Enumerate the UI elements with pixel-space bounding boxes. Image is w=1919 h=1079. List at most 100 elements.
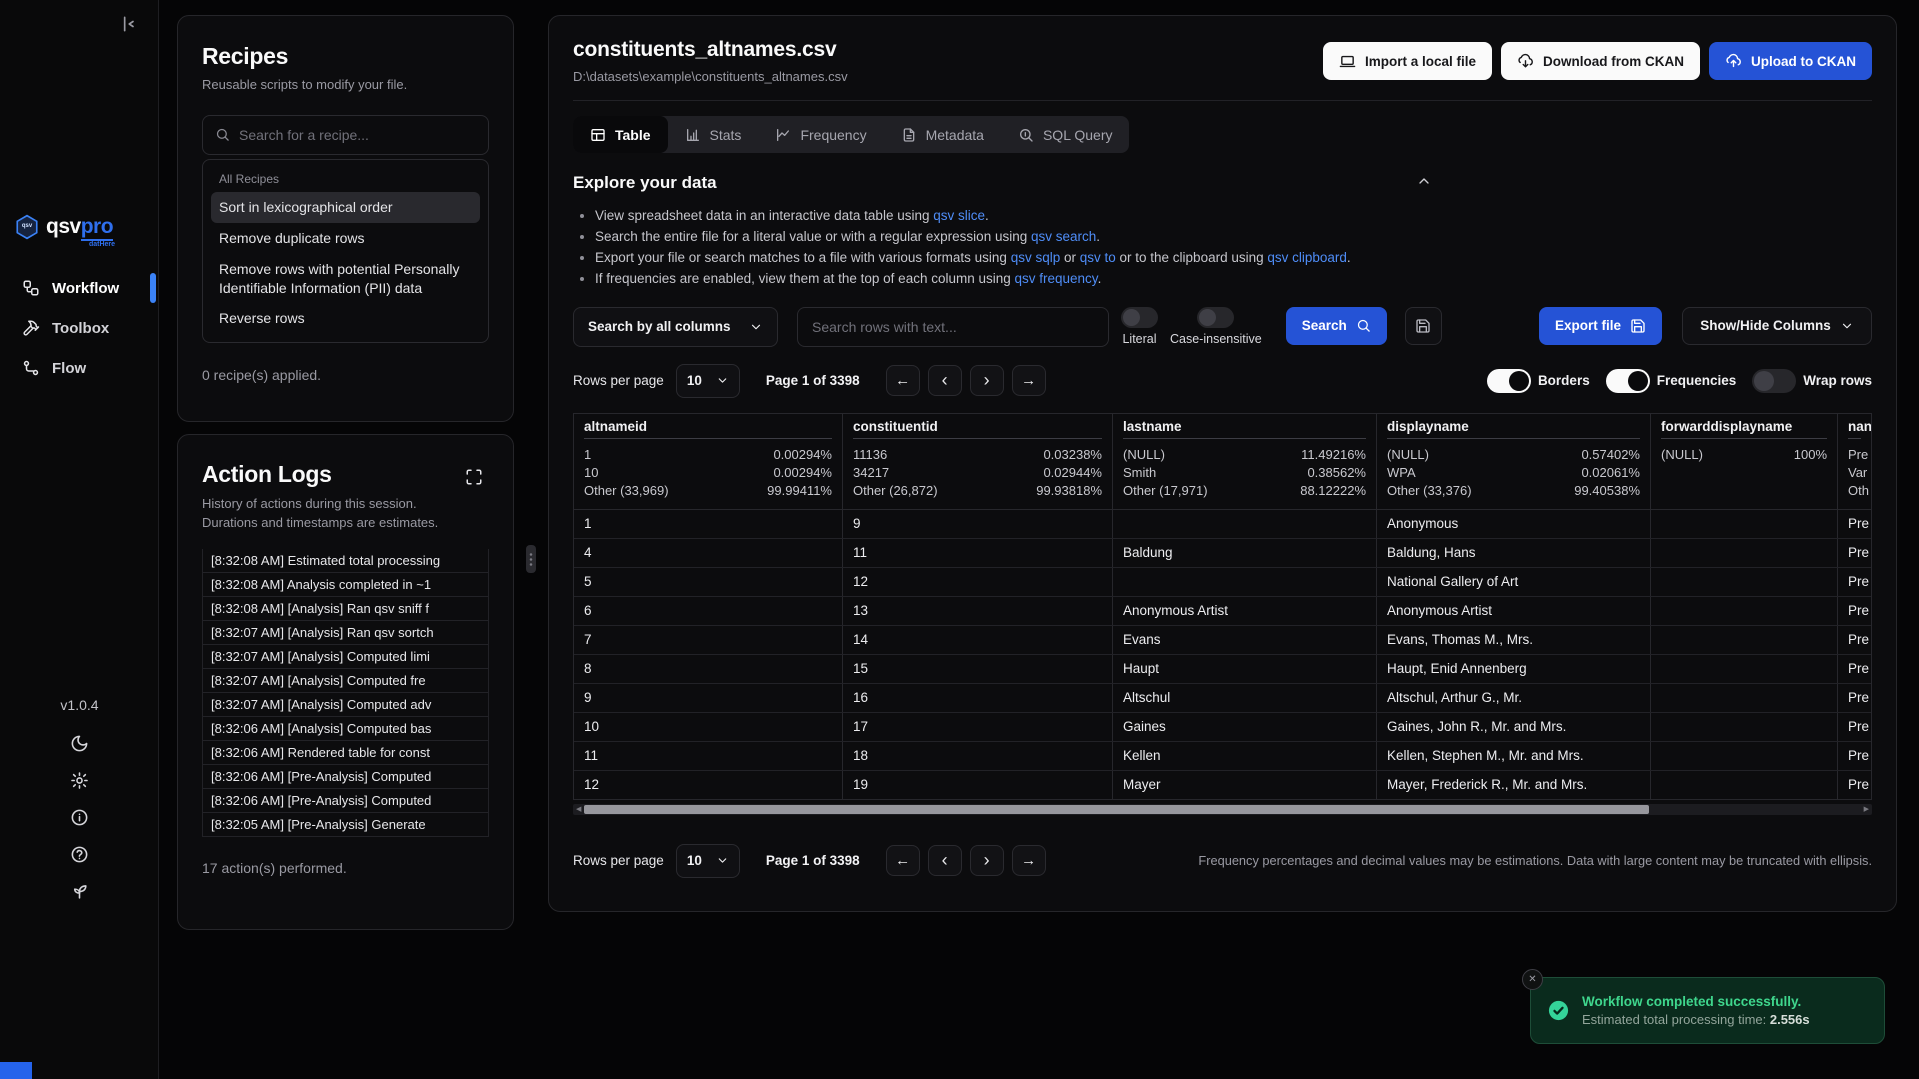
table-row[interactable]: 411BaldungBaldung, HansPre <box>574 539 1871 568</box>
recipe-item[interactable]: Sort in lexicographical order <box>211 192 480 223</box>
collapse-section-button[interactable] <box>1416 173 1432 189</box>
case-insensitive-toggle[interactable] <box>1197 307 1234 328</box>
view-tabs: Table Stats Frequency Metadata SQL Query <box>573 116 1129 153</box>
pagination-button[interactable] <box>886 845 920 876</box>
bullet-text-segment: qsv slice <box>933 208 985 223</box>
dark-mode-button[interactable] <box>69 732 91 754</box>
expand-logs-button[interactable] <box>465 465 489 489</box>
log-entry: [8:32:07 AM] [Analysis] Ran qsv sortch <box>202 620 489 645</box>
scroll-right-arrow-icon[interactable]: ▶ <box>1864 805 1869 814</box>
frequency-line: 11136 0.03238% <box>853 446 1102 464</box>
sidebar-item-label: Toolbox <box>52 320 109 337</box>
bullet-text-segment: qsv clipboard <box>1267 250 1347 265</box>
explore-bullet: If frequencies are enabled, view them at… <box>595 269 1872 290</box>
seedling-button[interactable] <box>69 880 91 902</box>
tab-frequency[interactable]: Frequency <box>758 116 883 153</box>
search-rows-input[interactable] <box>797 307 1109 347</box>
view-toggle-switch[interactable] <box>1752 369 1796 393</box>
table-cell: Pre <box>1838 655 1871 683</box>
frequency-line: (NULL) 0.57402% <box>1387 446 1640 464</box>
info-button[interactable] <box>69 806 91 828</box>
column-header[interactable]: constituentid <box>843 414 1113 439</box>
table-row[interactable]: 1118KellenKellen, Stephen M., Mr. and Mr… <box>574 742 1871 771</box>
sidebar-item-flow[interactable]: Flow <box>0 348 159 388</box>
rows-per-page-select[interactable]: 10 <box>676 844 740 878</box>
panel-resize-handle[interactable] <box>526 545 536 573</box>
import-local-file-button[interactable]: Import a local file <box>1323 42 1492 80</box>
tab-sql-query[interactable]: SQL Query <box>1001 116 1130 153</box>
show-hide-columns-button[interactable]: Show/Hide Columns <box>1682 307 1872 345</box>
pagination-button[interactable] <box>970 845 1004 876</box>
pagination-button[interactable] <box>1012 365 1046 396</box>
export-file-button[interactable]: Export file <box>1539 307 1662 345</box>
sidebar-item-workflow[interactable]: Workflow <box>0 268 159 308</box>
explore-bullet: Export your file or search matches to a … <box>595 248 1872 269</box>
close-icon: ✕ <box>1528 974 1536 985</box>
table-row[interactable]: 613Anonymous ArtistAnonymous ArtistPre <box>574 597 1871 626</box>
search-column-selector[interactable]: Search by all columns <box>573 307 778 347</box>
column-header[interactable]: nan <box>1838 414 1871 439</box>
table-cell: National Gallery of Art <box>1377 568 1651 596</box>
table-row[interactable]: 1017GainesGaines, John R., Mr. and Mrs.P… <box>574 713 1871 742</box>
table-cell: 12 <box>574 771 843 799</box>
search-button[interactable]: Search <box>1286 307 1387 345</box>
column-header[interactable]: forwarddisplayname <box>1651 414 1838 439</box>
search-icon <box>215 127 230 142</box>
app-window: qsv qsvpro datHere Workflow Toolbox <box>0 0 1919 1079</box>
table-row[interactable]: 512National Gallery of ArtPre <box>574 568 1871 597</box>
action-log-list[interactable]: [8:32:08 AM] Estimated total processing … <box>202 549 489 846</box>
upload-to-ckan-button[interactable]: Upload to CKAN <box>1709 42 1872 80</box>
table-cell: 15 <box>843 655 1113 683</box>
tab-stats[interactable]: Stats <box>668 116 759 153</box>
table-cell: Gaines, John R., Mr. and Mrs. <box>1377 713 1651 741</box>
table-row[interactable]: 916AltschulAltschul, Arthur G., Mr.Pre <box>574 684 1871 713</box>
frequency-line: Other (33,376) 99.40538% <box>1387 482 1640 500</box>
explore-section: Explore your data View spreadsheet data … <box>573 173 1872 290</box>
tab-table[interactable]: Table <box>573 116 668 153</box>
table-header-row: altnameidconstituentidlastnamedisplaynam… <box>574 414 1871 439</box>
pagination-button[interactable] <box>1012 845 1046 876</box>
table-row[interactable]: 714EvansEvans, Thomas M., Mrs.Pre <box>574 626 1871 655</box>
table-cell: Altschul <box>1113 684 1377 712</box>
table-row[interactable]: 815HauptHaupt, Enid AnnenbergPre <box>574 655 1871 684</box>
pagination-button[interactable] <box>970 365 1004 396</box>
view-toggle-switch[interactable] <box>1487 369 1531 393</box>
table-cell: Haupt, Enid Annenberg <box>1377 655 1651 683</box>
view-toggle-switch[interactable] <box>1606 369 1650 393</box>
frequency-cell: Pre Var Oth <box>1838 439 1871 509</box>
pagination-button[interactable] <box>928 365 962 396</box>
sidebar-collapse-button[interactable] <box>114 10 142 38</box>
frequency-line: Oth <box>1848 482 1861 500</box>
view-toggle-label: Frequencies <box>1657 373 1737 388</box>
recipe-search-input[interactable] <box>239 127 476 143</box>
column-header[interactable]: altnameid <box>574 414 843 439</box>
explore-bullet: Search the entire file for a literal val… <box>595 227 1872 248</box>
help-button[interactable] <box>69 843 91 865</box>
rows-per-page-select[interactable]: 10 <box>676 364 740 398</box>
bullet-text-segment: Search the entire file for a literal val… <box>595 229 1031 244</box>
table-row[interactable]: 1219MayerMayer, Frederick R., Mr. and Mr… <box>574 771 1871 799</box>
save-search-button[interactable] <box>1405 307 1442 345</box>
sidebar-item-toolbox[interactable]: Toolbox <box>0 308 159 348</box>
table-row[interactable]: 19AnonymousPre <box>574 510 1871 539</box>
toast-close-button[interactable]: ✕ <box>1522 969 1543 990</box>
recipe-item[interactable]: Remove duplicate rows <box>211 223 480 254</box>
literal-toggle[interactable] <box>1121 307 1158 328</box>
frequency-line: Other (33,969) 99.99411% <box>584 482 832 500</box>
scrollbar-thumb[interactable] <box>584 805 1649 814</box>
table-cell <box>1651 597 1838 625</box>
bullet-text-segment: qsv to <box>1080 250 1116 265</box>
tab-metadata[interactable]: Metadata <box>884 116 1001 153</box>
settings-button[interactable] <box>69 769 91 791</box>
pagination-button[interactable] <box>886 365 920 396</box>
column-header[interactable]: lastname <box>1113 414 1377 439</box>
hammer-icon <box>22 319 40 337</box>
recipe-group-label: All Recipes <box>211 168 480 192</box>
recipe-item[interactable]: Remove rows with potential Personally Id… <box>211 254 480 304</box>
recipe-item[interactable]: Reverse rows <box>211 303 480 334</box>
download-from-ckan-button[interactable]: Download from CKAN <box>1501 42 1700 80</box>
horizontal-scrollbar[interactable]: ◀ ▶ <box>573 804 1872 815</box>
column-header[interactable]: displayname <box>1377 414 1651 439</box>
scroll-left-arrow-icon[interactable]: ◀ <box>576 805 581 814</box>
pagination-button[interactable] <box>928 845 962 876</box>
